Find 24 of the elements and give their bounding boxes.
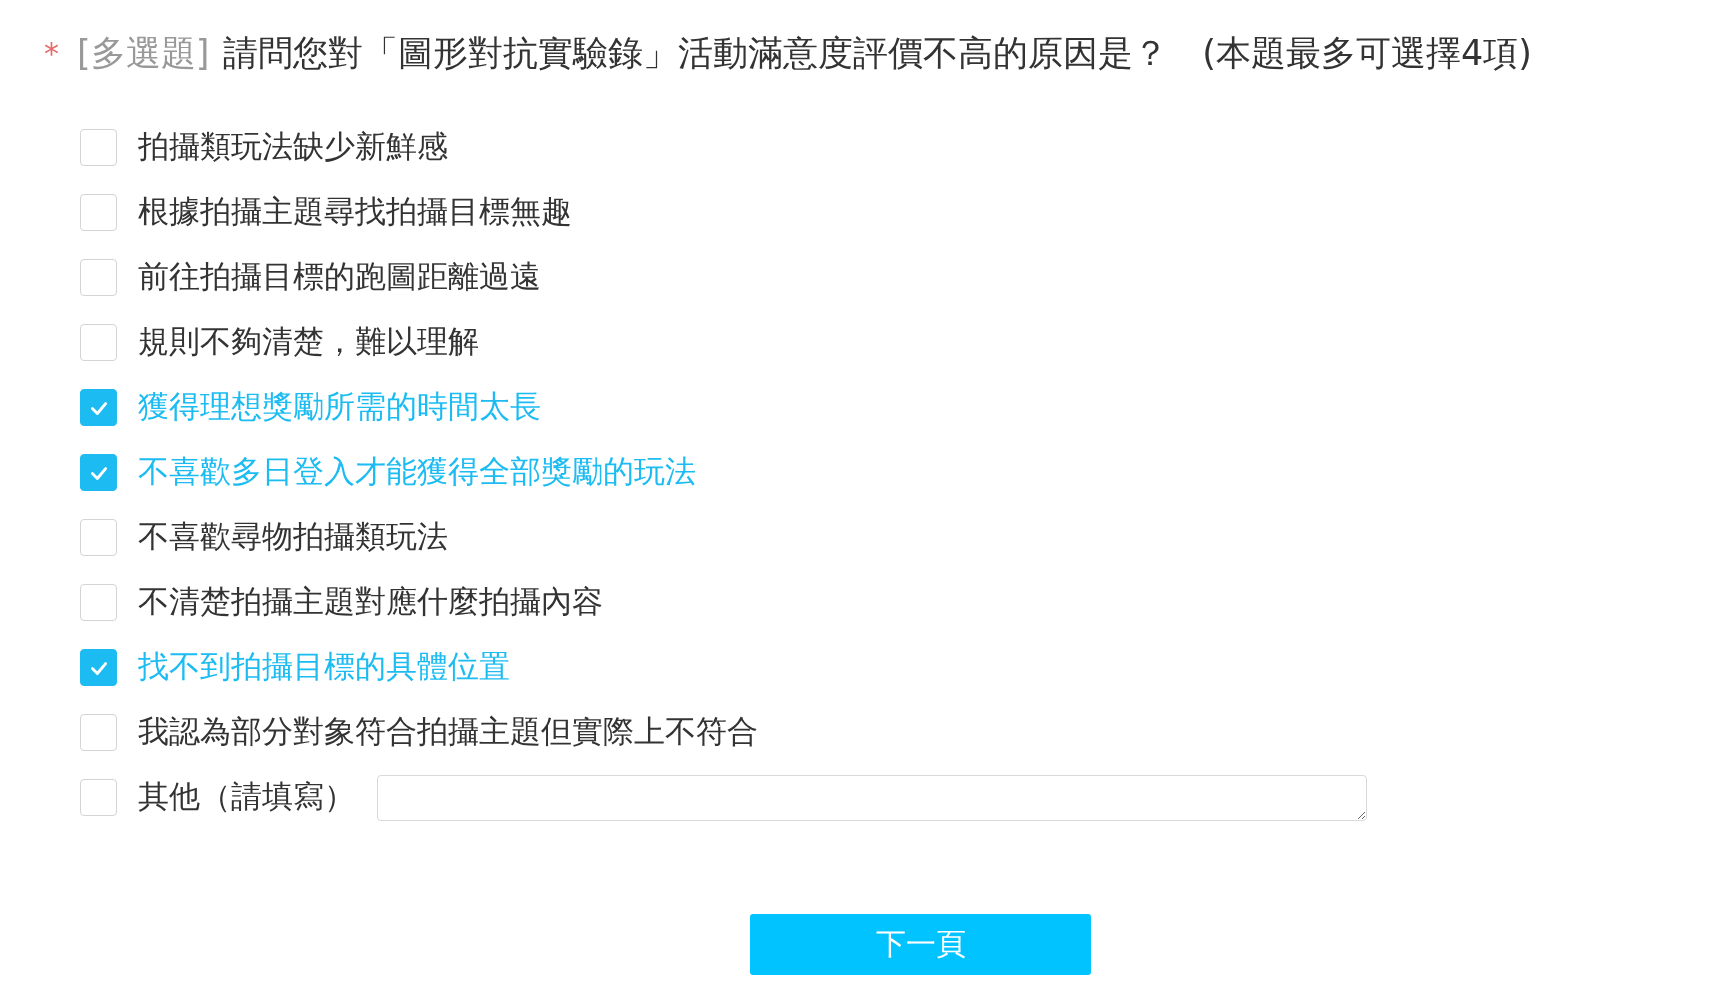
option-label[interactable]: 根據拍攝主題尋找拍攝目標無趣 [138, 192, 572, 233]
option-label[interactable]: 規則不夠清楚，難以理解 [138, 322, 479, 363]
option-label[interactable]: 前往拍攝目標的跑圖距離過遠 [138, 257, 541, 298]
checkbox[interactable] [80, 584, 117, 621]
checkbox[interactable] [80, 519, 117, 556]
option-label[interactable]: 不清楚拍攝主題對應什麼拍攝內容 [138, 582, 603, 623]
checkbox[interactable] [80, 324, 117, 361]
question-type-tag: [多選題] [77, 29, 210, 77]
option-label[interactable]: 拍攝類玩法缺少新鮮感 [138, 127, 448, 168]
option-label[interactable]: 不喜歡尋物拍攝類玩法 [138, 517, 448, 558]
checkbox[interactable] [80, 779, 117, 816]
required-mark: * [44, 35, 59, 71]
checkbox[interactable] [80, 129, 117, 166]
question-text: 請問您對「圖形對抗實驗錄」活動滿意度評價不高的原因是？ [223, 31, 1169, 75]
option-label[interactable]: 其他（請填寫） [138, 777, 355, 818]
checkbox[interactable] [80, 259, 117, 296]
checkbox[interactable] [80, 714, 117, 751]
selection-limit-hint: (本題最多可選擇4項) [1202, 31, 1532, 75]
checkbox[interactable] [80, 454, 117, 491]
checkbox[interactable] [80, 649, 117, 686]
other-input-field[interactable] [377, 774, 1367, 821]
checkbox[interactable] [80, 194, 117, 231]
option-label[interactable]: 我認為部分對象符合拍攝主題但實際上不符合 [138, 712, 758, 753]
checkbox[interactable] [80, 389, 117, 426]
